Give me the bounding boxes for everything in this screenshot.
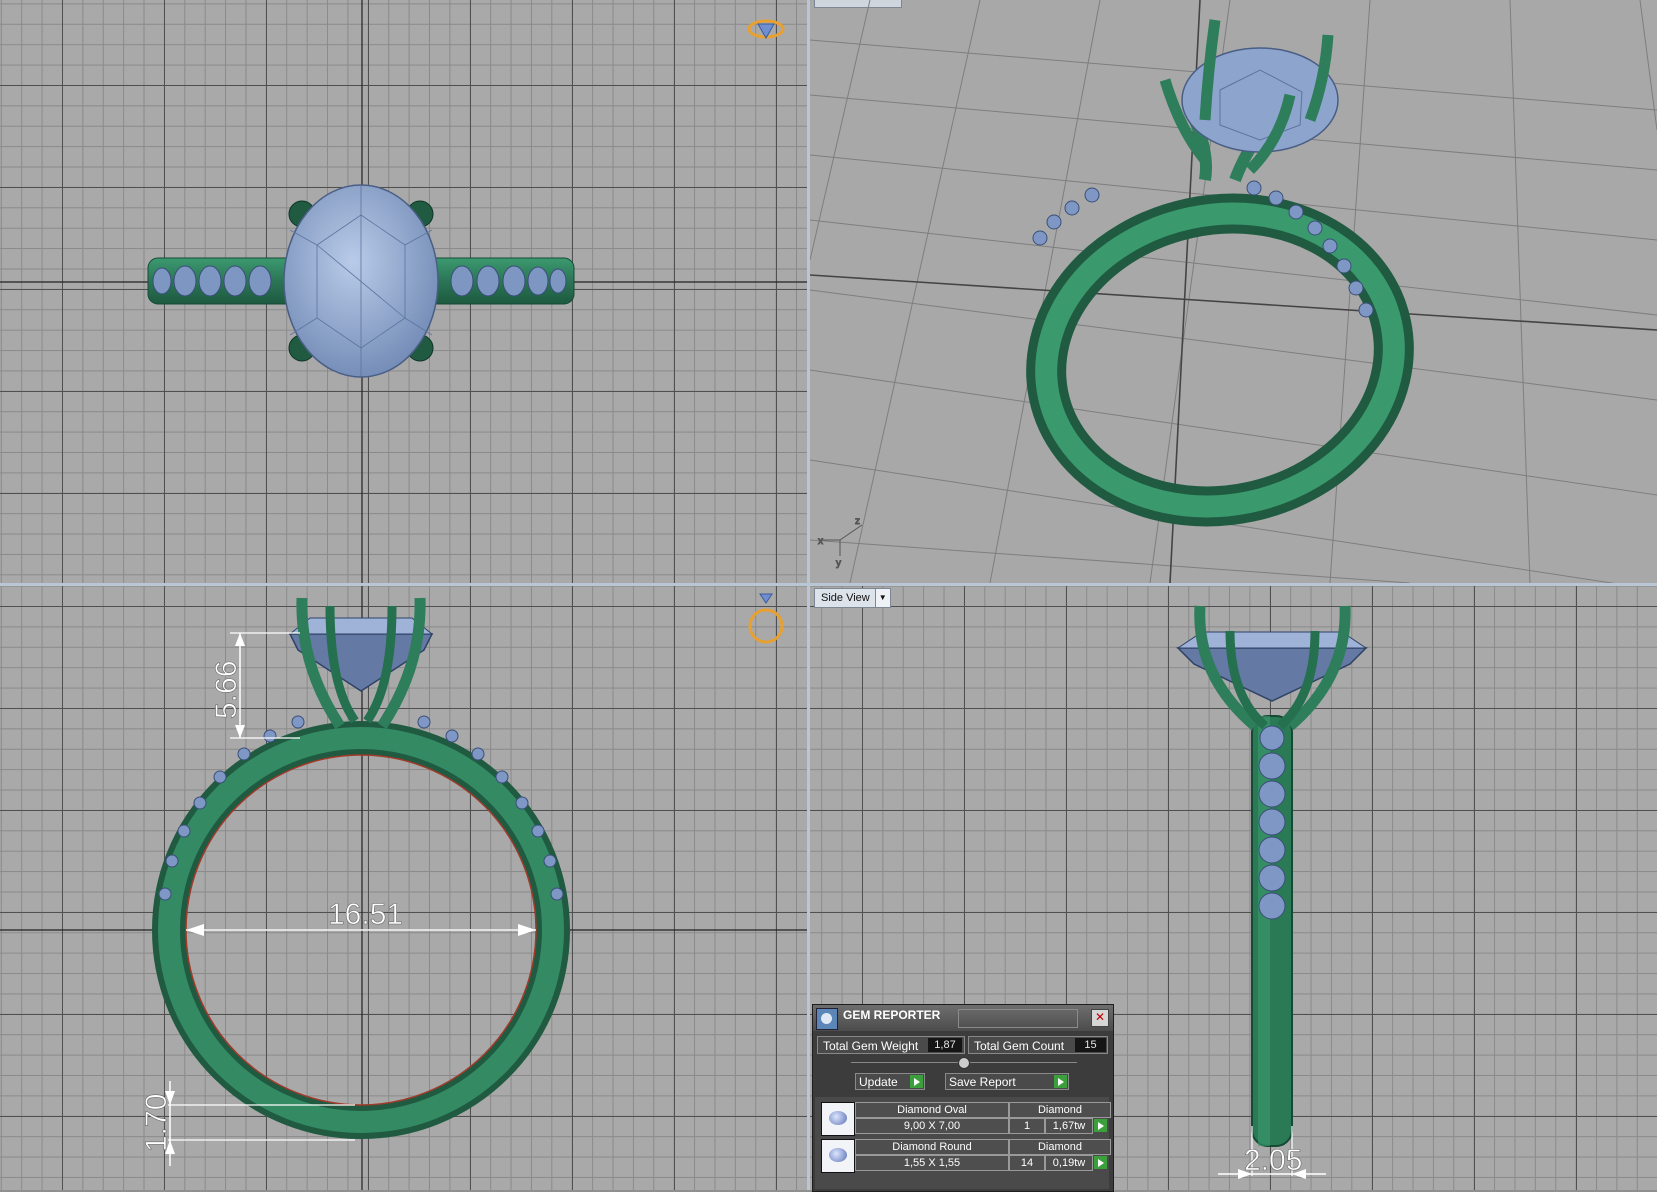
viewport-divider-vertical[interactable] (807, 0, 810, 1190)
gem-name: Diamond Round (855, 1139, 1009, 1155)
inner-diameter-label: 16.51 (328, 898, 403, 931)
shank-thickness-label: 1.70 (140, 1094, 173, 1152)
gem-weight: 0,19tw (1045, 1155, 1093, 1171)
gem-report-icon (816, 1008, 838, 1030)
gem-list: Diamond Oval 9,00 X 7,00 Diamond 1 1,67t… (815, 1097, 1111, 1189)
gem-name: Diamond Oval (855, 1102, 1009, 1118)
gem-size: 1,55 X 1,55 (855, 1155, 1009, 1171)
close-icon[interactable]: ✕ (1091, 1009, 1109, 1027)
total-gem-count-field: Total Gem Count 15 (968, 1036, 1108, 1054)
play-icon[interactable] (1094, 1119, 1107, 1132)
save-report-button[interactable]: Save Report (945, 1073, 1069, 1090)
gem-reporter-titlebar[interactable]: GEM REPORTER ✕ (813, 1005, 1113, 1031)
gem-reporter-panel: GEM REPORTER ✕ Total Gem Weight 1,87 Tot… (812, 1004, 1114, 1192)
total-gem-weight-value: 1,87 (928, 1038, 962, 1052)
play-icon[interactable] (1054, 1075, 1067, 1088)
dimension-inner-diameter: 16.51 (186, 898, 536, 936)
update-button-label: Update (859, 1075, 898, 1089)
gem-reporter-title: GEM REPORTER (843, 1008, 941, 1022)
perspective-viewport[interactable]: x y z (810, 0, 1657, 583)
ring-side-view (1176, 605, 1368, 1147)
gem-count: 14 (1009, 1155, 1045, 1171)
gem-oval-thumbnail (821, 1102, 855, 1136)
total-gem-count-label: Total Gem Count (974, 1039, 1065, 1053)
prong-height-label: 5.66 (210, 661, 243, 719)
total-gem-count-value: 15 (1075, 1038, 1106, 1052)
play-icon[interactable] (1094, 1156, 1107, 1169)
gem-weight: 1,67tw (1045, 1118, 1093, 1134)
gem-list-item[interactable]: Diamond Round 1,55 X 1,55 Diamond 14 0,1… (821, 1139, 1111, 1173)
gem-material: Diamond (1009, 1102, 1111, 1118)
save-report-button-label: Save Report (949, 1075, 1016, 1089)
titlebar-frame (958, 1009, 1078, 1028)
axis-y-label: y (836, 558, 841, 569)
gem-round-thumbnail (821, 1139, 855, 1173)
axis-z-label: z (855, 516, 860, 527)
axis-x-label: x (818, 536, 823, 547)
front-viewport[interactable]: 5.66 16.51 1.70 (0, 586, 807, 1190)
top-viewport[interactable] (0, 0, 807, 583)
dimension-prong-height: 5.66 (210, 632, 300, 739)
gem-list-item[interactable]: Diamond Oval 9,00 X 7,00 Diamond 1 1,67t… (821, 1102, 1111, 1136)
view-cube-icon[interactable] (748, 593, 784, 644)
ring-perspective (1026, 19, 1414, 527)
gem-size: 9,00 X 7,00 (855, 1118, 1009, 1134)
total-gem-weight-label: Total Gem Weight (823, 1039, 919, 1053)
ring-top-view (147, 184, 575, 378)
update-button[interactable]: Update (855, 1073, 925, 1090)
viewport-divider-horizontal[interactable] (0, 583, 1657, 586)
view-cube-icon[interactable] (747, 19, 785, 40)
gem-count: 1 (1009, 1118, 1045, 1134)
play-icon[interactable] (910, 1075, 923, 1088)
shank-width-label: 2.05 (1244, 1144, 1302, 1177)
splitter-handle[interactable] (958, 1057, 970, 1069)
total-gem-weight-field: Total Gem Weight 1,87 (817, 1036, 965, 1054)
gem-material: Diamond (1009, 1139, 1111, 1155)
